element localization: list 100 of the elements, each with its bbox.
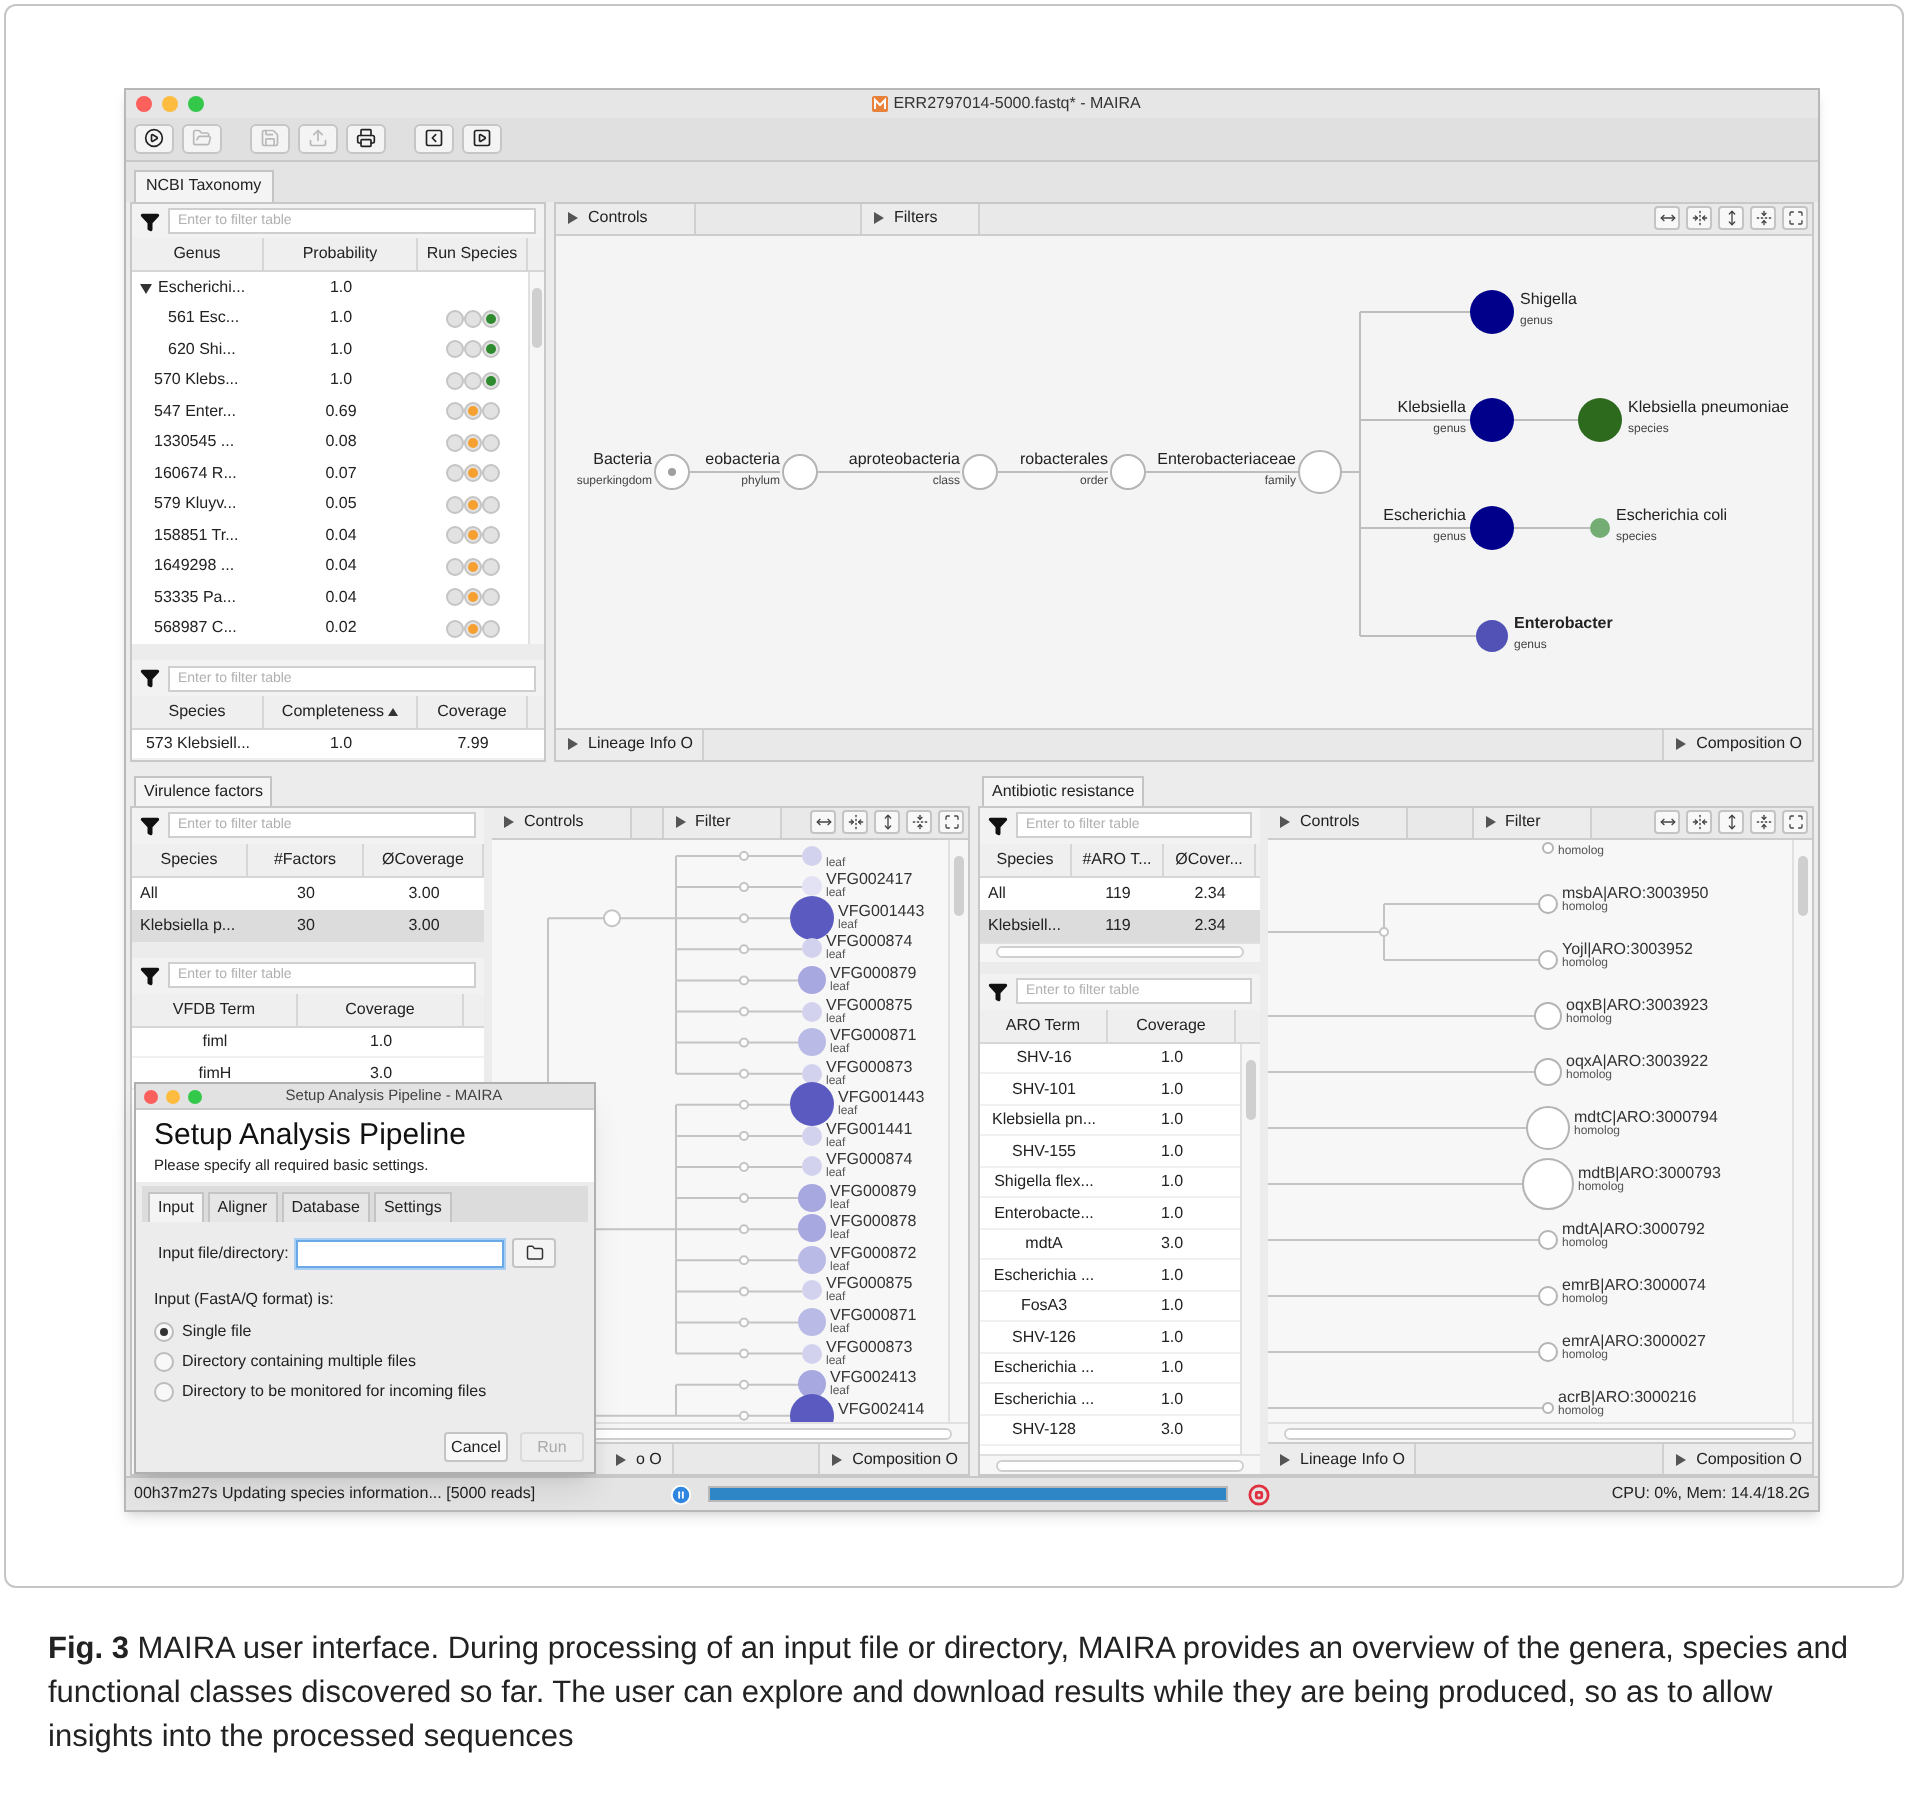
tree-node[interactable] — [1298, 449, 1342, 494]
table-row[interactable]: Klebsiell... 119 2.34 — [980, 909, 1260, 942]
tree-node[interactable] — [1538, 1285, 1558, 1306]
tree-node[interactable] — [1476, 619, 1508, 652]
browse-button[interactable] — [512, 1238, 557, 1269]
view-button[interactable] — [1686, 206, 1712, 231]
view-button[interactable] — [1782, 206, 1808, 231]
column-header[interactable]: Completeness — [264, 695, 418, 728]
close-window-button[interactable] — [136, 95, 152, 112]
tree-node[interactable] — [802, 1156, 822, 1177]
scrollbar[interactable] — [948, 839, 968, 1423]
horizontal-scrollbar[interactable] — [980, 1454, 1260, 1475]
view-button[interactable] — [1750, 206, 1776, 231]
radio-option[interactable]: Directory containing multiple files — [154, 1350, 576, 1375]
view-button[interactable] — [842, 810, 868, 835]
tree-node[interactable] — [1542, 841, 1554, 854]
view-button[interactable] — [1718, 206, 1744, 231]
column-header[interactable]: ØCoverage — [364, 843, 484, 876]
radio-button[interactable] — [154, 1322, 174, 1343]
tree-node[interactable] — [654, 453, 690, 490]
column-header[interactable]: Coverage — [298, 993, 464, 1026]
minimize-window-button[interactable] — [166, 1089, 180, 1103]
column-header[interactable]: Genus — [132, 238, 264, 271]
column-header[interactable]: #Factors — [248, 843, 364, 876]
pause-icon[interactable] — [670, 1483, 692, 1506]
maximize-window-button[interactable] — [188, 95, 204, 112]
scrollbar[interactable] — [1792, 839, 1812, 1423]
tree-node[interactable] — [1578, 397, 1622, 442]
filter-icon[interactable] — [140, 668, 160, 689]
filter-toggle[interactable]: Filter — [1471, 807, 1591, 838]
view-button[interactable] — [874, 810, 900, 835]
tree-node[interactable] — [798, 1245, 826, 1274]
view-button[interactable] — [1654, 206, 1680, 231]
filter-icon[interactable] — [988, 815, 1008, 836]
filter-icon[interactable] — [988, 981, 1008, 1002]
tree-node[interactable] — [1542, 1401, 1554, 1414]
horizontal-scrollbar[interactable] — [1268, 1422, 1812, 1443]
tree-node[interactable] — [798, 1214, 826, 1243]
column-header[interactable]: VFDB Term — [132, 993, 298, 1026]
view-button[interactable] — [1782, 810, 1808, 835]
tree-node[interactable] — [798, 965, 826, 994]
tree-node[interactable] — [802, 1125, 822, 1146]
view-button[interactable] — [810, 810, 836, 835]
dialog-tab[interactable]: Input — [148, 1192, 204, 1223]
tree-node[interactable] — [1538, 893, 1558, 914]
tree-node[interactable] — [1470, 289, 1514, 334]
column-header[interactable]: #ARO T... — [1072, 843, 1164, 876]
tree-node[interactable] — [1110, 453, 1146, 490]
tree-node[interactable] — [1538, 949, 1558, 970]
view-button[interactable] — [1750, 810, 1776, 835]
view-button[interactable] — [1654, 810, 1680, 835]
view-button[interactable] — [1718, 810, 1744, 835]
tree-node[interactable] — [802, 1343, 822, 1364]
filter-toggle[interactable]: Filters — [860, 203, 980, 234]
tree-node[interactable] — [1590, 517, 1610, 538]
radio-button[interactable] — [154, 1382, 174, 1403]
panel-tab[interactable]: Virulence factors — [134, 775, 273, 806]
close-window-button[interactable] — [144, 1089, 158, 1103]
input-path-field[interactable] — [296, 1239, 505, 1268]
tree-node[interactable] — [1470, 505, 1514, 550]
radio-option[interactable]: Directory to be monitored for incoming files — [154, 1380, 576, 1405]
toolbar-button[interactable] — [134, 123, 174, 154]
column-header[interactable]: Probability — [264, 238, 418, 271]
view-button[interactable] — [906, 810, 932, 835]
radio-button[interactable] — [154, 1352, 174, 1373]
stop-icon[interactable] — [1248, 1483, 1270, 1506]
toolbar-button[interactable] — [414, 123, 454, 154]
column-header[interactable]: ØCover... — [1164, 843, 1256, 876]
tree-node[interactable] — [1526, 1105, 1570, 1150]
dialog-tab[interactable]: Aligner — [207, 1192, 278, 1223]
tree-node[interactable] — [802, 845, 822, 866]
tree-node[interactable] — [802, 876, 822, 897]
minimize-window-button[interactable] — [162, 95, 178, 112]
tree-node[interactable] — [798, 1308, 826, 1336]
tree-node[interactable] — [802, 1280, 822, 1301]
filter-icon[interactable] — [140, 965, 160, 986]
scrollbar[interactable] — [1240, 1043, 1260, 1455]
tree-node[interactable] — [1534, 1057, 1562, 1086]
dialog-tab[interactable]: Database — [281, 1192, 370, 1223]
tree-node[interactable] — [1538, 1341, 1558, 1362]
filter-icon[interactable] — [140, 211, 160, 232]
tree-node[interactable] — [782, 453, 818, 490]
tree-node[interactable] — [802, 1001, 822, 1021]
column-header[interactable]: Species — [132, 695, 264, 728]
tree-node[interactable] — [798, 1183, 826, 1212]
toolbar-button[interactable] — [346, 123, 386, 154]
scrollbar[interactable] — [528, 272, 544, 645]
dialog-tab[interactable]: Settings — [373, 1192, 452, 1223]
tree-node[interactable] — [1534, 1001, 1562, 1030]
tree-node[interactable] — [1538, 1229, 1558, 1250]
table-row[interactable]: Klebsiella p... 30 3.00 — [132, 909, 484, 942]
dialog-button[interactable]: Cancel — [444, 1432, 508, 1462]
column-header[interactable]: Species — [132, 843, 248, 876]
filter-toggle[interactable]: Filter — [661, 807, 781, 838]
tree-node[interactable] — [802, 938, 822, 959]
tree-node[interactable] — [798, 1370, 826, 1399]
panel-tab[interactable]: NCBI Taxonomy — [134, 169, 274, 202]
tree-node[interactable] — [1470, 397, 1514, 442]
column-header[interactable]: Species — [980, 843, 1072, 876]
filter-icon[interactable] — [140, 815, 160, 836]
